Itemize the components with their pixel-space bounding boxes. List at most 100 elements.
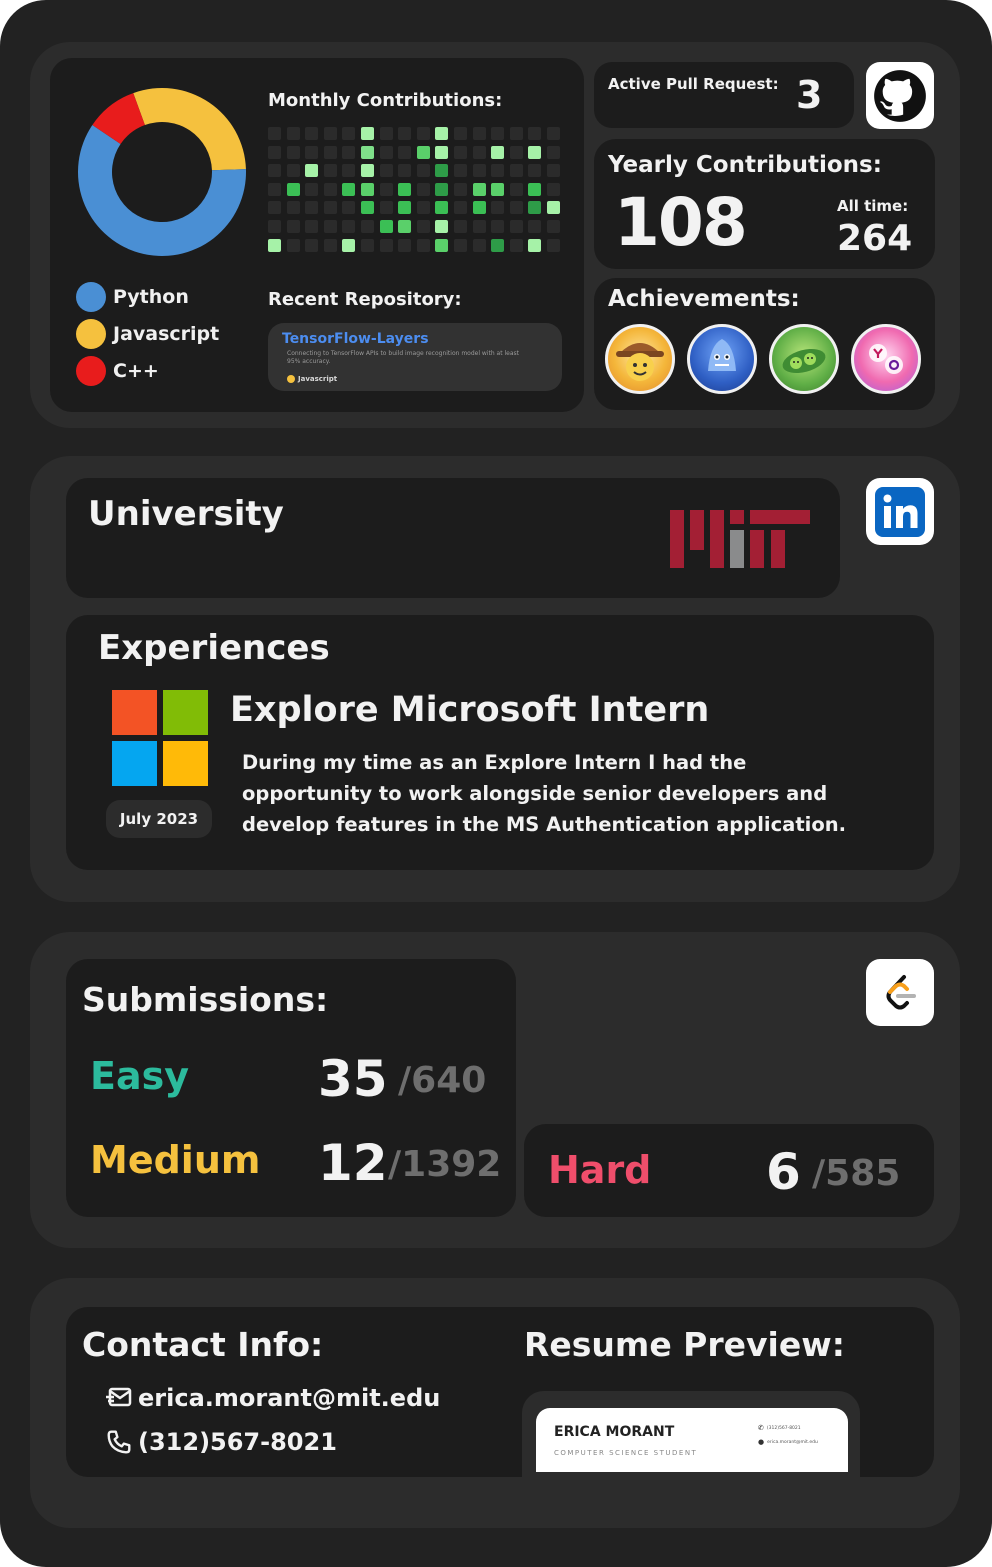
contribution-cell bbox=[454, 238, 467, 252]
legend-javascript: Javascript bbox=[76, 319, 219, 349]
legend-javascript-label: Javascript bbox=[113, 323, 220, 345]
monthly-contributions-label: Monthly Contributions: bbox=[268, 90, 503, 111]
leetcode-icon bbox=[886, 974, 916, 1009]
contribution-cell bbox=[398, 238, 412, 252]
achievements-label: Achievements: bbox=[608, 286, 800, 312]
contribution-cell bbox=[286, 201, 300, 215]
language-donut-chart bbox=[77, 88, 246, 256]
contribution-cell bbox=[323, 220, 337, 233]
contribution-cell bbox=[416, 164, 430, 178]
legend-cpp-label: C++ bbox=[113, 360, 159, 382]
repo-language-label: Javascript bbox=[298, 375, 338, 383]
cpp-dot bbox=[76, 356, 106, 386]
experiences-label: Experiences bbox=[98, 628, 330, 668]
contribution-cell bbox=[472, 220, 486, 233]
contribution-cell bbox=[491, 182, 505, 196]
email-address[interactable]: erica.morant@mit.edu bbox=[138, 1384, 440, 1412]
contribution-cell bbox=[379, 127, 393, 140]
contribution-cell bbox=[379, 182, 393, 196]
python-dot bbox=[76, 282, 106, 312]
contribution-cell bbox=[416, 201, 430, 215]
github-icon bbox=[874, 69, 926, 122]
contribution-cell bbox=[472, 127, 486, 140]
contribution-cell bbox=[361, 127, 374, 140]
peas-badge[interactable] bbox=[769, 324, 839, 394]
contribution-cell bbox=[528, 220, 542, 233]
contribution-cell bbox=[286, 238, 300, 252]
contribution-cell bbox=[491, 127, 505, 140]
medium-total: /1392 bbox=[388, 1144, 502, 1185]
yolo-icon bbox=[869, 344, 903, 374]
contribution-cell bbox=[268, 220, 281, 233]
contribution-cell bbox=[547, 127, 560, 140]
contribution-cell bbox=[398, 145, 412, 159]
contribution-cell bbox=[286, 220, 300, 233]
contribution-cell bbox=[454, 220, 467, 233]
contribution-cell bbox=[323, 182, 337, 196]
contribution-cell bbox=[509, 127, 523, 140]
contribution-cell bbox=[472, 145, 486, 159]
contribution-cell bbox=[435, 145, 449, 159]
contribution-cell bbox=[509, 201, 523, 215]
contribution-cell bbox=[268, 201, 281, 215]
contribution-cell bbox=[323, 127, 337, 140]
phone-number[interactable]: (312)567-8021 bbox=[138, 1428, 337, 1456]
contribution-cell bbox=[305, 201, 319, 215]
github-link[interactable] bbox=[866, 62, 934, 129]
contribution-cell bbox=[454, 182, 467, 196]
resume-phone: (312)567-8021 bbox=[766, 1425, 801, 1431]
contribution-cell bbox=[435, 182, 449, 196]
phone-row[interactable]: (312)567-8021 bbox=[106, 1428, 337, 1456]
cowboy-icon bbox=[616, 343, 664, 381]
contribution-grid bbox=[268, 127, 564, 252]
recent-repo-card[interactable]: TensorFlow-Layers Connecting to TensorFl… bbox=[268, 323, 562, 391]
legend-cpp: C++ bbox=[76, 356, 159, 386]
resume-preview[interactable]: ERICA MORANT COMPUTER SCIENCE STUDENT ✆ … bbox=[536, 1408, 848, 1472]
submissions-label: Submissions: bbox=[82, 980, 329, 1019]
contribution-cell bbox=[361, 220, 374, 233]
yolo-badge[interactable] bbox=[851, 324, 921, 394]
experience-description-line-1: During my time as an Explore Intern I ha… bbox=[242, 751, 747, 774]
contribution-cell bbox=[323, 164, 337, 178]
contribution-cell bbox=[472, 164, 486, 178]
easy-label: Easy bbox=[90, 1054, 189, 1098]
contribution-cell bbox=[361, 145, 374, 159]
resume-user-icon: ● bbox=[758, 1438, 765, 1446]
experience-title: Explore Microsoft Intern bbox=[230, 690, 710, 730]
hard-label: Hard bbox=[548, 1148, 652, 1192]
contribution-cell bbox=[286, 182, 300, 196]
contribution-cell bbox=[379, 145, 393, 159]
leetcode-link[interactable] bbox=[866, 959, 934, 1026]
contribution-cell bbox=[435, 238, 449, 252]
experience-description-line-3: develop features in the MS Authenticatio… bbox=[242, 813, 847, 836]
email-row[interactable]: erica.morant@mit.edu bbox=[106, 1384, 440, 1412]
cowboy-badge[interactable] bbox=[605, 324, 675, 394]
contribution-cell bbox=[547, 238, 560, 252]
contribution-cell bbox=[416, 238, 430, 252]
contribution-cell bbox=[342, 127, 356, 140]
contribution-cell bbox=[342, 238, 356, 252]
contribution-cell bbox=[305, 145, 319, 159]
contribution-cell bbox=[509, 182, 523, 196]
contribution-cell bbox=[454, 201, 467, 215]
resume-subtitle: COMPUTER SCIENCE STUDENT bbox=[554, 1449, 698, 1457]
yearly-contributions-value: 108 bbox=[614, 184, 748, 261]
shark-badge[interactable] bbox=[687, 324, 757, 394]
resume-phone-icon: ✆ bbox=[758, 1424, 764, 1432]
contribution-cell bbox=[547, 201, 560, 215]
resume-phone-row: ✆ (312)567-8021 bbox=[758, 1424, 801, 1432]
repo-name[interactable]: TensorFlow-Layers bbox=[282, 331, 429, 347]
contribution-cell bbox=[491, 145, 505, 159]
active-pr-count: 3 bbox=[796, 73, 823, 117]
contribution-cell bbox=[472, 182, 486, 196]
contribution-cell bbox=[472, 238, 486, 252]
contribution-cell bbox=[342, 201, 356, 215]
easy-solved: 35 bbox=[318, 1050, 388, 1108]
all-time-label: All time: bbox=[837, 197, 909, 215]
repo-language: Javascript bbox=[287, 375, 337, 383]
contribution-cell bbox=[472, 201, 486, 215]
linkedin-link[interactable] bbox=[866, 478, 934, 545]
repo-language-dot bbox=[287, 375, 295, 383]
contribution-cell bbox=[528, 201, 542, 215]
contribution-cell bbox=[509, 238, 523, 252]
